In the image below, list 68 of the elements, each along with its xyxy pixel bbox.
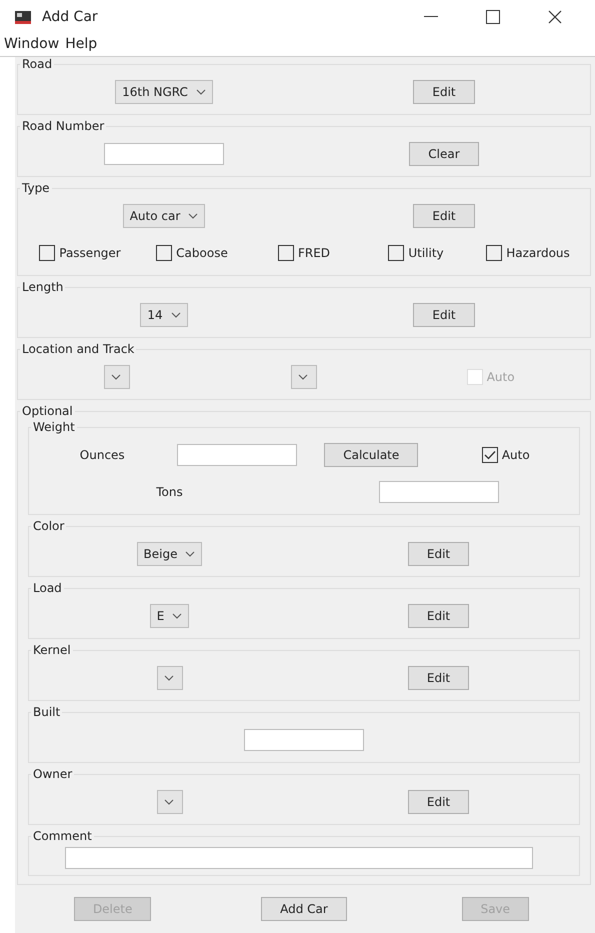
chevron-down-icon bbox=[111, 374, 122, 380]
checkbox-option[interactable]: Caboose bbox=[156, 244, 228, 260]
form-button[interactable]: Edit bbox=[413, 80, 475, 104]
section-title: Comment bbox=[32, 829, 93, 843]
chevron-down-icon bbox=[164, 674, 174, 680]
menu-item[interactable]: Window bbox=[4, 36, 60, 52]
form-button[interactable]: Edit bbox=[413, 204, 475, 228]
close-icon bbox=[548, 10, 562, 24]
dropdown[interactable] bbox=[156, 666, 182, 690]
section-title: Type bbox=[21, 181, 51, 195]
checkbox[interactable] bbox=[388, 244, 404, 260]
form-button[interactable]: Edit bbox=[408, 666, 470, 690]
input-field[interactable] bbox=[378, 480, 498, 502]
section-title: Road bbox=[21, 57, 54, 71]
action-button[interactable]: Add Car bbox=[261, 897, 347, 921]
section-title: Location and Track bbox=[21, 342, 136, 356]
chevron-down-icon bbox=[185, 550, 196, 556]
maximize-icon bbox=[486, 10, 500, 24]
check-icon bbox=[484, 450, 496, 460]
section-title: Built bbox=[32, 705, 62, 719]
chevron-down-icon bbox=[188, 212, 198, 218]
checkbox-option[interactable]: FRED bbox=[278, 244, 330, 260]
dropdown[interactable]: 14 bbox=[140, 302, 188, 326]
form-button[interactable]: Edit bbox=[413, 302, 475, 326]
dropdown[interactable]: 16th NGRC bbox=[115, 80, 213, 104]
dropdown[interactable] bbox=[156, 790, 182, 814]
section-title: Road Number bbox=[21, 119, 106, 133]
section-title: Color bbox=[32, 519, 66, 533]
minimize-icon bbox=[424, 16, 438, 18]
checkbox[interactable] bbox=[482, 446, 498, 462]
dropdown[interactable]: Auto car bbox=[122, 204, 206, 228]
checkbox[interactable] bbox=[278, 244, 294, 260]
form-button[interactable]: Edit bbox=[408, 542, 470, 566]
field-label: Tons bbox=[156, 484, 183, 498]
chevron-down-icon bbox=[170, 312, 181, 318]
checkbox[interactable] bbox=[486, 244, 502, 260]
checkbox-option[interactable]: Hazardous bbox=[486, 244, 570, 260]
form-button[interactable]: Edit bbox=[408, 790, 470, 814]
checkbox-option[interactable]: Utility bbox=[388, 244, 444, 260]
input-field[interactable] bbox=[104, 142, 224, 164]
window-title: Add Car bbox=[42, 9, 99, 25]
section-title: Optional bbox=[21, 404, 74, 418]
form-button[interactable]: Calculate bbox=[324, 442, 418, 466]
train-car-icon bbox=[14, 9, 32, 25]
menu-item[interactable]: Help bbox=[65, 36, 98, 52]
dropdown[interactable] bbox=[104, 364, 130, 388]
section-title: Kernel bbox=[32, 643, 72, 657]
dropdown[interactable]: E bbox=[150, 604, 190, 628]
field-label: Ounces bbox=[80, 448, 125, 462]
input-field[interactable] bbox=[244, 728, 364, 750]
section-title: Length bbox=[21, 280, 64, 294]
form-button[interactable]: Edit bbox=[408, 604, 470, 628]
chevron-down-icon bbox=[172, 612, 182, 618]
section-title: Load bbox=[32, 581, 63, 595]
input-field[interactable] bbox=[176, 444, 297, 466]
section-title: Weight bbox=[32, 420, 76, 434]
dropdown[interactable] bbox=[290, 364, 317, 388]
chevron-down-icon bbox=[196, 88, 206, 94]
checkbox-option[interactable]: Auto bbox=[482, 446, 530, 462]
checkbox[interactable] bbox=[156, 244, 172, 260]
chevron-down-icon bbox=[298, 374, 308, 380]
dropdown[interactable]: Beige bbox=[136, 542, 202, 566]
checkbox-option[interactable]: Passenger bbox=[39, 244, 121, 260]
checkbox[interactable] bbox=[39, 244, 56, 260]
chevron-down-icon bbox=[164, 798, 174, 804]
section-title: Owner bbox=[32, 767, 74, 781]
form-button[interactable]: Clear bbox=[409, 142, 479, 166]
input-field[interactable] bbox=[65, 847, 533, 869]
